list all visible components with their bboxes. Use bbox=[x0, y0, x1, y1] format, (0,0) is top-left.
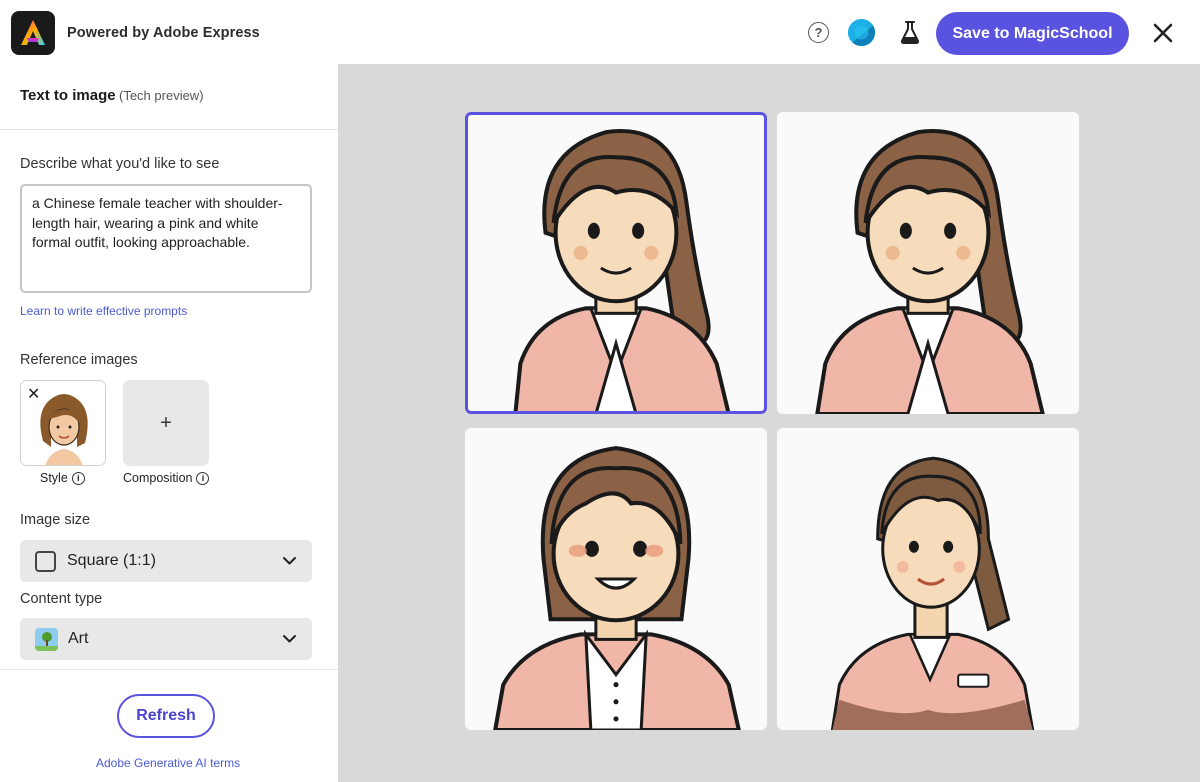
composition-caption-label: Composition bbox=[123, 471, 193, 485]
close-icon[interactable] bbox=[1150, 20, 1176, 46]
powered-by-label: Powered by Adobe Express bbox=[67, 25, 260, 41]
result-image-4[interactable] bbox=[777, 428, 1079, 730]
art-icon bbox=[35, 627, 58, 651]
content-type-label: Content type bbox=[20, 591, 103, 607]
remove-style-icon[interactable]: ✕ bbox=[27, 384, 40, 404]
ai-terms-link[interactable]: Adobe Generative AI terms bbox=[96, 756, 240, 770]
content-type-value: Art bbox=[68, 630, 89, 647]
describe-label: Describe what you'd like to see bbox=[20, 156, 220, 172]
chevron-down-icon bbox=[283, 635, 296, 643]
tech-preview-label: (Tech preview) bbox=[119, 88, 204, 103]
text-to-image-panel: Text to image (Tech preview) Describe wh… bbox=[0, 64, 338, 782]
image-size-label: Image size bbox=[20, 512, 91, 528]
save-to-magicschool-button[interactable]: Save to MagicSchool bbox=[936, 12, 1129, 55]
info-icon[interactable]: i bbox=[196, 471, 210, 485]
result-image-2[interactable] bbox=[777, 112, 1079, 414]
divider bbox=[0, 669, 338, 670]
composition-caption: Composition i bbox=[123, 471, 210, 485]
style-caption-label: Style bbox=[40, 471, 68, 485]
help-icon[interactable]: ? bbox=[808, 22, 829, 43]
adobe-express-logo[interactable] bbox=[11, 11, 55, 55]
refresh-button[interactable]: Refresh bbox=[117, 694, 215, 738]
result-image-1[interactable] bbox=[465, 112, 767, 414]
plus-icon: + bbox=[160, 411, 172, 434]
teacher-illustration bbox=[465, 112, 767, 414]
user-avatar[interactable] bbox=[848, 19, 875, 46]
flask-icon[interactable] bbox=[898, 19, 922, 45]
prompt-input[interactable]: a Chinese female teacher with shoulder-l… bbox=[20, 184, 312, 293]
result-image-3[interactable] bbox=[465, 428, 767, 730]
image-size-value: Square (1:1) bbox=[67, 552, 156, 569]
chevron-down-icon bbox=[283, 557, 296, 565]
content-type-select[interactable]: Art bbox=[20, 618, 312, 660]
divider bbox=[0, 129, 338, 130]
info-icon[interactable]: i bbox=[71, 471, 85, 485]
teacher-illustration bbox=[465, 428, 767, 730]
results-canvas bbox=[338, 64, 1200, 782]
style-caption: Style i bbox=[40, 471, 85, 485]
composition-reference-add[interactable]: + bbox=[123, 380, 209, 466]
reference-images-label: Reference images bbox=[20, 352, 138, 368]
learn-prompts-link[interactable]: Learn to write effective prompts bbox=[20, 304, 187, 318]
square-icon bbox=[35, 550, 56, 572]
panel-title: Text to image bbox=[20, 87, 116, 104]
image-size-select[interactable]: Square (1:1) bbox=[20, 540, 312, 582]
teacher-illustration bbox=[777, 112, 1079, 414]
teacher-illustration bbox=[777, 428, 1079, 730]
app-header: Powered by Adobe Express ? Save to Magic… bbox=[0, 0, 1200, 64]
